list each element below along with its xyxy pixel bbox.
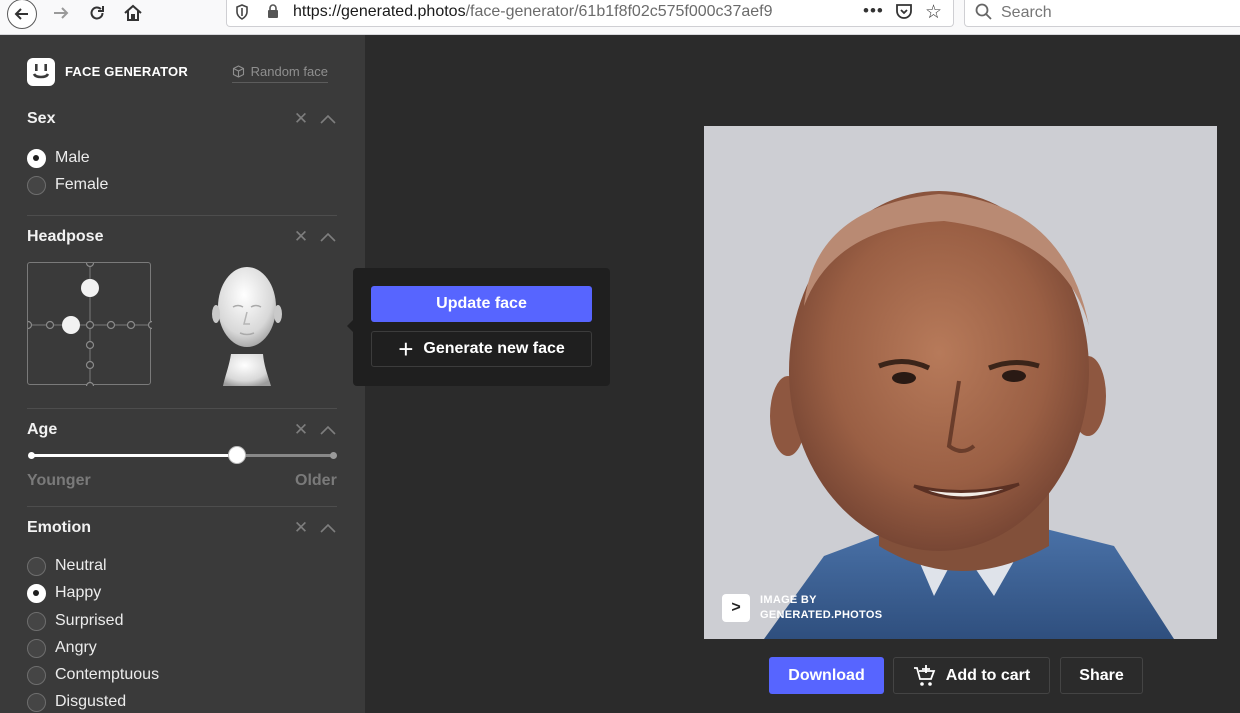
watermark-line-1: IMAGE BY — [760, 594, 817, 606]
lock-icon[interactable] — [267, 4, 279, 18]
generated-face-image: > IMAGE BY GENERATED.PHOTOS — [704, 126, 1217, 639]
age-slider-handle[interactable] — [228, 446, 247, 464]
add-to-cart-button[interactable]: Add to cart — [893, 657, 1050, 694]
divider — [27, 408, 337, 409]
head-preview-3d-icon — [212, 267, 282, 386]
radio-button[interactable] — [27, 583, 46, 603]
sex-clear-icon[interactable]: ✕ — [293, 109, 309, 129]
option-label: Happy — [55, 584, 102, 601]
age-min-label: Younger — [27, 472, 91, 489]
option-label: Female — [55, 176, 109, 193]
option-label: Contemptuous — [55, 666, 160, 683]
reload-button[interactable] — [84, 0, 110, 26]
headpose-grid — [23, 258, 157, 391]
age-clear-icon[interactable]: ✕ — [293, 420, 309, 440]
plus-icon: + — [398, 334, 414, 364]
search-input[interactable]: Search — [964, 0, 1240, 27]
arrow-left-icon — [14, 8, 28, 20]
emotion-option-disgusted[interactable]: Disgusted — [27, 692, 126, 712]
watermark-text: IMAGE BY GENERATED.PHOTOS — [760, 593, 882, 623]
yaw-handle[interactable] — [62, 316, 80, 334]
emotion-option-neutral[interactable]: Neutral — [27, 556, 107, 576]
url-text[interactable]: https://generated.photos/face-generator/… — [293, 3, 772, 21]
sex-collapse-icon[interactable] — [320, 114, 336, 124]
age-collapse-icon[interactable] — [320, 425, 336, 435]
random-face-link[interactable]: Random face — [232, 64, 328, 83]
emotion-option-happy[interactable]: Happy — [27, 583, 101, 603]
option-label: Disgusted — [55, 693, 127, 710]
option-label: Neutral — [55, 557, 107, 574]
pitch-handle[interactable] — [81, 279, 99, 297]
browser-toolbar: https://generated.photos/face-generator/… — [0, 0, 1240, 35]
emotion-option-contemptuous[interactable]: Contemptuous — [27, 665, 159, 685]
url-host: https://generated.photos — [293, 3, 466, 20]
cart-plus-icon — [913, 664, 936, 686]
option-label: Angry — [55, 639, 97, 656]
cube-icon — [232, 65, 247, 81]
radio-button[interactable] — [27, 148, 46, 168]
search-placeholder: Search — [1001, 4, 1052, 21]
add-to-cart-label: Add to cart — [945, 666, 1031, 684]
emotion-clear-icon[interactable]: ✕ — [293, 518, 309, 538]
headpose-pad[interactable] — [23, 258, 157, 391]
page-actions-button[interactable]: ••• — [863, 1, 884, 21]
generate-new-face-button[interactable]: + Generate new face — [371, 331, 592, 367]
home-icon — [124, 4, 142, 21]
shield-icon[interactable] — [235, 4, 249, 20]
url-path: /face-generator/61b1f8f02c575f000c37aef9 — [465, 3, 773, 20]
address-bar[interactable]: https://generated.photos/face-generator/… — [226, 0, 954, 27]
face-generator-logo — [27, 58, 55, 86]
headpose-title: Headpose — [27, 228, 104, 245]
radio-button[interactable] — [27, 556, 46, 576]
brand-title: FACE GENERATOR — [65, 64, 188, 79]
radio-button[interactable] — [27, 175, 46, 195]
divider — [27, 506, 337, 507]
headpose-clear-icon[interactable]: ✕ — [293, 227, 309, 247]
age-title: Age — [27, 421, 58, 438]
emotion-title: Emotion — [27, 519, 91, 536]
back-button[interactable] — [7, 0, 37, 29]
emotion-option-angry[interactable]: Angry — [27, 638, 97, 658]
radio-button[interactable] — [27, 611, 46, 631]
download-button[interactable]: Download — [769, 657, 884, 694]
option-label: Surprised — [55, 612, 124, 629]
update-face-button[interactable]: Update face — [371, 286, 592, 322]
home-button[interactable] — [120, 0, 146, 26]
age-slider-fill — [30, 454, 238, 457]
emotion-collapse-icon[interactable] — [320, 523, 336, 533]
arrow-right-icon — [54, 7, 69, 19]
age-slider-min-dot — [28, 452, 35, 459]
divider — [27, 215, 337, 216]
radio-button[interactable] — [27, 692, 46, 712]
option-label: Male — [55, 149, 90, 166]
face-portrait — [704, 126, 1217, 639]
emotion-option-surprised[interactable]: Surprised — [27, 611, 123, 631]
reload-icon — [90, 6, 104, 20]
age-max-label: Older — [295, 472, 337, 489]
age-slider-max-dot — [330, 452, 337, 459]
filters-sidebar: FACE GENERATOR Random face Sex ✕ Male Fe… — [0, 35, 365, 713]
pocket-icon[interactable] — [895, 3, 913, 20]
forward-button[interactable] — [48, 0, 74, 26]
random-face-label: Random face — [250, 64, 328, 79]
update-popover: Update face + Generate new face — [347, 268, 610, 386]
radio-button[interactable] — [27, 638, 46, 658]
radio-button[interactable] — [27, 665, 46, 685]
bookmark-star-icon[interactable]: ☆ — [925, 1, 942, 24]
generate-label: Generate new face — [423, 340, 565, 357]
share-button[interactable]: Share — [1060, 657, 1143, 694]
search-icon — [975, 3, 992, 20]
sex-option-female[interactable]: Female — [27, 175, 108, 195]
sex-title: Sex — [27, 110, 56, 127]
smiley-logo-icon — [32, 64, 50, 79]
headpose-collapse-icon[interactable] — [320, 232, 336, 242]
watermark-logo: > — [722, 594, 750, 622]
sex-option-male[interactable]: Male — [27, 148, 90, 168]
watermark-line-2: GENERATED.PHOTOS — [760, 609, 883, 621]
